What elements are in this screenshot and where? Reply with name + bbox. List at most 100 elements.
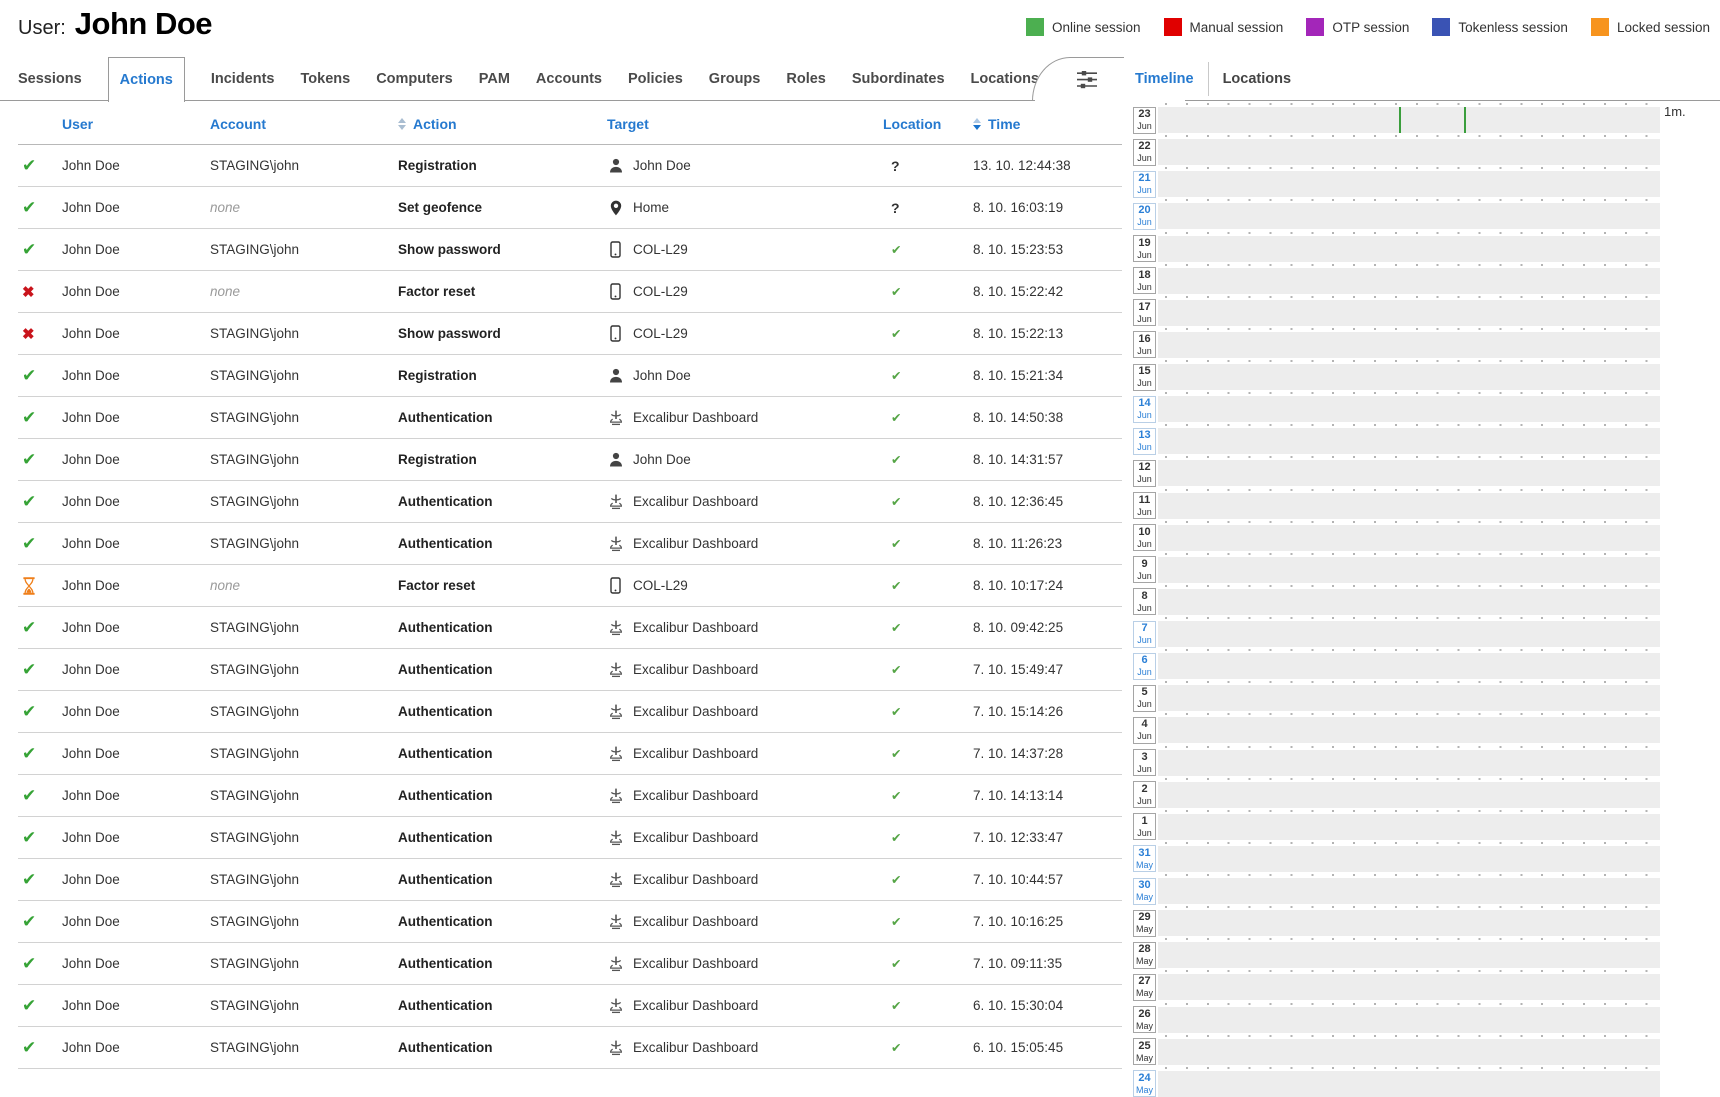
table-row[interactable]: ✔ John Doe STAGING\john Authentication E… <box>18 985 1122 1027</box>
date-box[interactable]: 22 Jun <box>1133 139 1156 166</box>
tab-tokens[interactable]: Tokens <box>301 57 351 101</box>
tab-timeline[interactable]: Timeline <box>1135 71 1194 87</box>
time-cell: 7. 10. 09:11:35 <box>973 956 1122 971</box>
hour-ticks <box>1165 617 1661 619</box>
date-box[interactable]: 20 Jun <box>1133 203 1156 230</box>
tab-actions[interactable]: Actions <box>108 57 185 102</box>
column-header-time[interactable]: Time <box>973 116 1122 132</box>
table-row[interactable]: ✔ John Doe STAGING\john Authentication E… <box>18 775 1122 817</box>
legend-swatch <box>1306 18 1324 36</box>
date-box[interactable]: 21 Jun <box>1133 171 1156 198</box>
table-row[interactable]: John Doe none Factor reset COL-L29 ✔ 8. … <box>18 565 1122 607</box>
date-box[interactable]: 30 May <box>1133 878 1156 905</box>
column-header-action[interactable]: Action <box>398 116 607 132</box>
day-band <box>1158 910 1660 936</box>
date-box[interactable]: 25 May <box>1133 1038 1156 1065</box>
session-mark-online[interactable] <box>1399 107 1401 133</box>
date-box[interactable]: 14 Jun <box>1133 396 1156 423</box>
tab-incidents[interactable]: Incidents <box>211 57 275 101</box>
location-verified-icon: ✔ <box>883 998 973 1013</box>
target-cell: Excalibur Dashboard <box>607 872 883 888</box>
date-box[interactable]: 29 May <box>1133 910 1156 937</box>
date-box[interactable]: 27 May <box>1133 974 1156 1001</box>
table-row[interactable]: ✔ John Doe STAGING\john Authentication E… <box>18 943 1122 985</box>
target-label: John Doe <box>633 452 691 467</box>
tab-pam[interactable]: PAM <box>479 57 510 101</box>
hour-ticks <box>1165 135 1661 137</box>
target-cell: Excalibur Dashboard <box>607 788 883 804</box>
date-box[interactable]: 16 Jun <box>1133 331 1156 358</box>
table-row[interactable]: ✖ John Doe none Factor reset COL-L29 ✔ 8… <box>18 271 1122 313</box>
date-box[interactable]: 18 Jun <box>1133 267 1156 294</box>
date-box[interactable]: 19 Jun <box>1133 235 1156 262</box>
table-row[interactable]: ✔ John Doe STAGING\john Authentication E… <box>18 607 1122 649</box>
session-mark-online[interactable] <box>1464 107 1466 133</box>
day-band <box>1158 974 1660 1000</box>
table-row[interactable]: ✔ John Doe STAGING\john Authentication E… <box>18 817 1122 859</box>
table-row[interactable]: ✔ John Doe STAGING\john Authentication E… <box>18 1027 1122 1069</box>
date-box[interactable]: 3 Jun <box>1133 749 1156 776</box>
action-cell: Authentication <box>398 830 607 845</box>
table-row[interactable]: ✔ John Doe STAGING\john Authentication E… <box>18 901 1122 943</box>
table-row[interactable]: ✔ John Doe STAGING\john Authentication E… <box>18 481 1122 523</box>
date-box[interactable]: 31 May <box>1133 845 1156 872</box>
date-box[interactable]: 5 Jun <box>1133 685 1156 712</box>
target-label: Excalibur Dashboard <box>633 1040 758 1055</box>
day-band <box>1158 557 1660 583</box>
table-row[interactable]: ✔ John Doe none Set geofence Home ? 8. 1… <box>18 187 1122 229</box>
hour-ticks <box>1165 360 1661 362</box>
hour-ticks <box>1165 1035 1661 1037</box>
timeline-row: 15 Jun <box>1133 358 1720 390</box>
tab-computers[interactable]: Computers <box>376 57 453 101</box>
date-box[interactable]: 26 May <box>1133 1006 1156 1033</box>
table-row[interactable]: ✖ John Doe STAGING\john Show password CO… <box>18 313 1122 355</box>
tab-policies[interactable]: Policies <box>628 57 683 101</box>
date-box[interactable]: 8 Jun <box>1133 588 1156 615</box>
date-box[interactable]: 28 May <box>1133 942 1156 969</box>
date-box[interactable]: 4 Jun <box>1133 717 1156 744</box>
action-cell: Authentication <box>398 998 607 1013</box>
hour-ticks <box>1165 906 1661 908</box>
table-row[interactable]: ✔ John Doe STAGING\john Registration Joh… <box>18 145 1122 187</box>
tab-locations-panel[interactable]: Locations <box>1223 71 1291 87</box>
date-box[interactable]: 12 Jun <box>1133 460 1156 487</box>
table-row[interactable]: ✔ John Doe STAGING\john Authentication E… <box>18 397 1122 439</box>
table-row[interactable]: ✔ John Doe STAGING\john Registration Joh… <box>18 355 1122 397</box>
date-box[interactable]: 23 Jun <box>1133 107 1156 134</box>
date-box[interactable]: 15 Jun <box>1133 364 1156 391</box>
tab-subordinates[interactable]: Subordinates <box>852 57 945 101</box>
location-unknown-icon: ? <box>883 200 973 216</box>
date-box[interactable]: 9 Jun <box>1133 556 1156 583</box>
day-band <box>1158 107 1660 133</box>
date-box[interactable]: 10 Jun <box>1133 524 1156 551</box>
table-row[interactable]: ✔ John Doe STAGING\john Authentication E… <box>18 649 1122 691</box>
tab-locations[interactable]: Locations <box>971 57 1039 101</box>
tab-roles[interactable]: Roles <box>786 57 826 101</box>
time-cell: 6. 10. 15:30:04 <box>973 998 1122 1013</box>
table-row[interactable]: ✔ John Doe STAGING\john Authentication E… <box>18 859 1122 901</box>
date-box[interactable]: 6 Jun <box>1133 653 1156 680</box>
date-box[interactable]: 11 Jun <box>1133 492 1156 519</box>
date-box[interactable]: 24 May <box>1133 1070 1156 1097</box>
date-box[interactable]: 1 Jun <box>1133 813 1156 840</box>
table-row[interactable]: ✔ John Doe STAGING\john Authentication E… <box>18 691 1122 733</box>
date-box[interactable]: 17 Jun <box>1133 299 1156 326</box>
user-cell: John Doe <box>62 326 210 341</box>
tab-groups[interactable]: Groups <box>709 57 761 101</box>
tab-sessions[interactable]: Sessions <box>18 57 82 101</box>
day-band <box>1158 203 1660 229</box>
table-row[interactable]: ✔ John Doe STAGING\john Registration Joh… <box>18 439 1122 481</box>
actions-table: User Account Action Target Location Time… <box>0 104 1125 1069</box>
status-pending-hourglass-icon <box>18 577 62 595</box>
column-header-user: User <box>62 116 210 132</box>
date-box[interactable]: 13 Jun <box>1133 428 1156 455</box>
date-box[interactable]: 7 Jun <box>1133 621 1156 648</box>
table-row[interactable]: ✔ John Doe STAGING\john Authentication E… <box>18 523 1122 565</box>
time-cell: 8. 10. 14:50:38 <box>973 410 1122 425</box>
day-band <box>1158 846 1660 872</box>
tab-accounts[interactable]: Accounts <box>536 57 602 101</box>
table-row[interactable]: ✔ John Doe STAGING\john Show password CO… <box>18 229 1122 271</box>
table-row[interactable]: ✔ John Doe STAGING\john Authentication E… <box>18 733 1122 775</box>
date-box[interactable]: 2 Jun <box>1133 781 1156 808</box>
time-cell: 8. 10. 14:31:57 <box>973 452 1122 467</box>
